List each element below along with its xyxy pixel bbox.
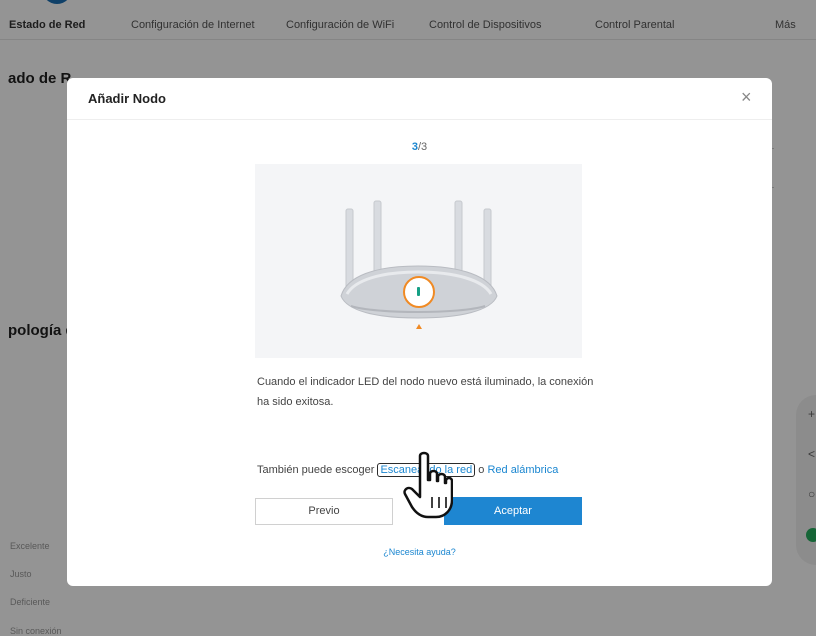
- step-indicator: 3/3: [67, 141, 772, 153]
- previous-button[interactable]: Previo: [255, 498, 393, 525]
- router-illustration: [255, 164, 582, 358]
- router-icon: [340, 200, 498, 329]
- hand-pointer-icon: [403, 451, 453, 519]
- help-link[interactable]: ¿Necesita ayuda?: [67, 547, 772, 557]
- dialog-title: Añadir Nodo: [88, 91, 166, 106]
- step-total: /3: [417, 141, 428, 153]
- dialog-header: Añadir Nodo ×: [67, 78, 772, 120]
- close-icon[interactable]: ×: [741, 87, 752, 108]
- alt-options-prefix: También puede escoger: [257, 464, 378, 476]
- wired-network-link[interactable]: Red alámbrica: [487, 464, 558, 476]
- accept-button[interactable]: Aceptar: [444, 497, 582, 525]
- instruction-text: Cuando el indicador LED del nodo nuevo e…: [257, 376, 594, 408]
